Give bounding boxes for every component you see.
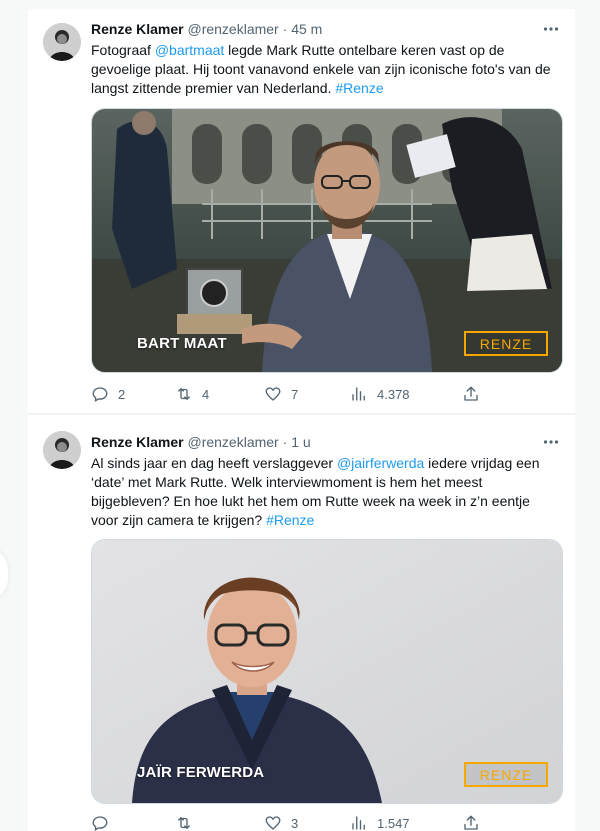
- tweet-media[interactable]: JAÏR FERWERDA RENZE: [91, 539, 563, 804]
- like-count: 3: [291, 815, 299, 831]
- tweet-header: Renze Klamer @renzeklamer · 45 m: [91, 19, 322, 39]
- brand-logo: RENZE: [464, 331, 548, 356]
- reply-icon: [92, 387, 108, 402]
- retweet-button[interactable]: 4: [175, 384, 209, 404]
- retweet-count: 4: [202, 386, 210, 402]
- tweet-time[interactable]: 1 u: [291, 434, 310, 450]
- share-icon: [464, 386, 478, 401]
- media-caption: JAÏR FERWERDA: [137, 764, 265, 781]
- tweet-media[interactable]: BART MAAT RENZE: [91, 108, 563, 373]
- avatar[interactable]: [43, 23, 81, 61]
- views-button[interactable]: 4.378: [350, 384, 410, 404]
- views-button[interactable]: 1.547: [350, 813, 410, 831]
- mention-link[interactable]: @jairferwerda: [337, 455, 424, 471]
- share-button[interactable]: [462, 384, 489, 404]
- hashtag-link[interactable]: #Renze: [335, 80, 383, 96]
- tweet-text-part: Fotograaf: [91, 42, 155, 58]
- page-gutter: [0, 0, 9, 831]
- timeline: Renze Klamer @renzeklamer · 45 m Fotogra…: [28, 9, 575, 831]
- reply-icon: [92, 816, 108, 831]
- tweet-time[interactable]: 45 m: [291, 21, 322, 37]
- tweet-actions: 3 1.547: [91, 813, 511, 831]
- reply-button[interactable]: 2: [91, 384, 125, 404]
- author-name[interactable]: Renze Klamer: [91, 21, 184, 37]
- more-icon[interactable]: [541, 19, 561, 39]
- tweet-header: Renze Klamer @renzeklamer · 1 u: [91, 432, 311, 452]
- tweet-text: Fotograaf @bartmaat legde Mark Rutte ont…: [91, 41, 561, 98]
- retweet-icon: [178, 817, 190, 829]
- retweet-button[interactable]: [175, 813, 202, 831]
- more-icon[interactable]: [541, 432, 561, 452]
- brand-logo: RENZE: [464, 762, 548, 787]
- tweet[interactable]: Renze Klamer @renzeklamer · 45 m Fotogra…: [28, 9, 575, 414]
- separator: ·: [282, 21, 288, 37]
- like-button[interactable]: 3: [264, 813, 298, 831]
- share-icon: [464, 815, 478, 830]
- views-icon: [352, 816, 365, 830]
- author-handle[interactable]: @renzeklamer: [187, 434, 278, 450]
- tweet-text-part: Al sinds jaar en dag heeft verslaggever: [91, 455, 337, 471]
- hashtag-link[interactable]: #Renze: [266, 512, 314, 528]
- avatar[interactable]: [43, 431, 81, 469]
- like-button[interactable]: 7: [264, 384, 298, 404]
- reply-button[interactable]: [91, 813, 118, 831]
- reply-count: 2: [118, 386, 126, 402]
- share-button[interactable]: [462, 813, 489, 831]
- tweet-actions: 2 4 7 4.378: [91, 384, 511, 404]
- tweet-text: Al sinds jaar en dag heeft verslaggever …: [91, 454, 561, 530]
- author-handle[interactable]: @renzeklamer: [187, 21, 278, 37]
- views-count: 4.378: [377, 386, 410, 402]
- views-icon: [352, 387, 365, 401]
- separator: ·: [282, 434, 288, 450]
- like-count: 7: [291, 386, 299, 402]
- retweet-icon: [178, 388, 190, 400]
- heart-icon: [265, 387, 281, 401]
- mention-link[interactable]: @bartmaat: [155, 42, 224, 58]
- media-caption: BART MAAT: [137, 335, 227, 352]
- views-count: 1.547: [377, 815, 410, 831]
- author-name[interactable]: Renze Klamer: [91, 434, 184, 450]
- heart-icon: [265, 816, 281, 830]
- tweet[interactable]: Renze Klamer @renzeklamer · 1 u Al sinds…: [28, 415, 575, 831]
